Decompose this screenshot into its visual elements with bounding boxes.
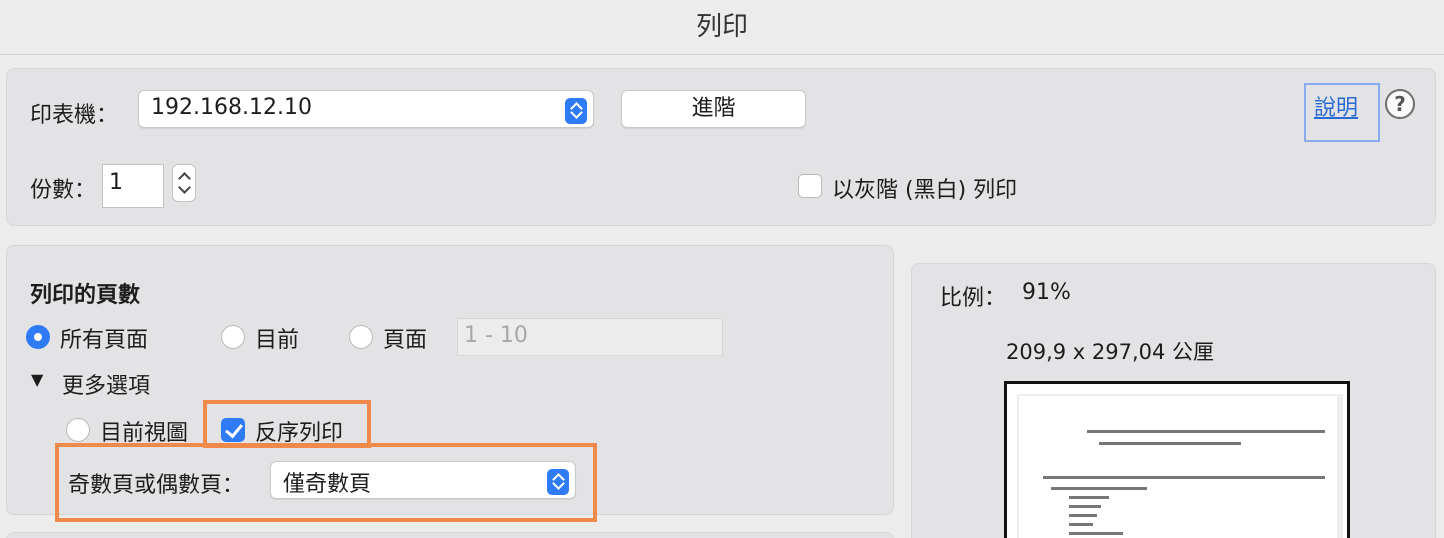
preview-page: [1019, 396, 1337, 538]
copies-label: 份數：: [30, 178, 97, 203]
help-link[interactable]: 說明: [1314, 90, 1358, 122]
copies-input[interactable]: 1: [102, 164, 164, 208]
page-preview: [1004, 381, 1350, 538]
preview-text-line: [1069, 523, 1093, 526]
paper-dimensions: 209,9 x 297,04 公厘: [1006, 340, 1215, 364]
title-bar: 列印: [0, 0, 1444, 55]
current-page-label: 目前: [255, 328, 300, 353]
page-range-radio[interactable]: [349, 325, 373, 349]
grayscale-label: 以灰階 (黑白) 列印: [832, 178, 1018, 203]
grayscale-checkbox[interactable]: [798, 174, 822, 198]
all-pages-label: 所有頁面: [60, 328, 149, 353]
preview-sheet: [1017, 394, 1343, 538]
all-pages-radio[interactable]: [26, 325, 50, 349]
printer-select[interactable]: 192.168.12.10: [138, 90, 594, 128]
printer-select-value: 192.168.12.10: [151, 95, 312, 120]
popup-arrows-icon: [565, 98, 587, 124]
page-range-placeholder: 1 - 10: [464, 323, 528, 348]
odd-even-select[interactable]: 僅奇數頁: [270, 461, 576, 499]
page-range-input[interactable]: 1 - 10: [457, 318, 723, 356]
advanced-button[interactable]: 進階: [621, 90, 806, 128]
preview-text-line: [1099, 442, 1241, 445]
printer-label: 印表機：: [30, 103, 119, 128]
preview-text-line: [1069, 496, 1109, 499]
window-title: 列印: [695, 12, 748, 42]
preview-text-line: [1043, 476, 1325, 479]
scale-value: 91%: [1022, 280, 1071, 305]
preview-text-line: [1069, 514, 1097, 517]
odd-even-value: 僅奇數頁: [283, 472, 372, 497]
copies-stepper[interactable]: [172, 164, 196, 202]
reverse-order-checkbox[interactable]: [221, 418, 245, 442]
preview-text-line: [1069, 532, 1123, 535]
preview-text-line: [1087, 430, 1325, 433]
copies-value: 1: [109, 170, 123, 195]
disclosure-triangle-icon[interactable]: ▼: [31, 370, 43, 389]
popup-arrows-icon: [547, 469, 569, 495]
current-page-radio[interactable]: [221, 325, 245, 349]
preview-text-line: [1051, 487, 1147, 490]
scale-label: 比例：: [940, 286, 1007, 311]
current-view-radio[interactable]: [66, 418, 90, 442]
preview-text-line: [1069, 505, 1101, 508]
more-options-label[interactable]: 更多選項: [62, 368, 150, 400]
pages-heading: 列印的頁數: [30, 283, 141, 308]
page-range-label: 頁面: [383, 328, 428, 353]
odd-even-label: 奇數頁或偶數頁：: [68, 473, 245, 498]
help-icon[interactable]: ?: [1385, 89, 1415, 119]
next-panel-edge: [6, 532, 894, 538]
